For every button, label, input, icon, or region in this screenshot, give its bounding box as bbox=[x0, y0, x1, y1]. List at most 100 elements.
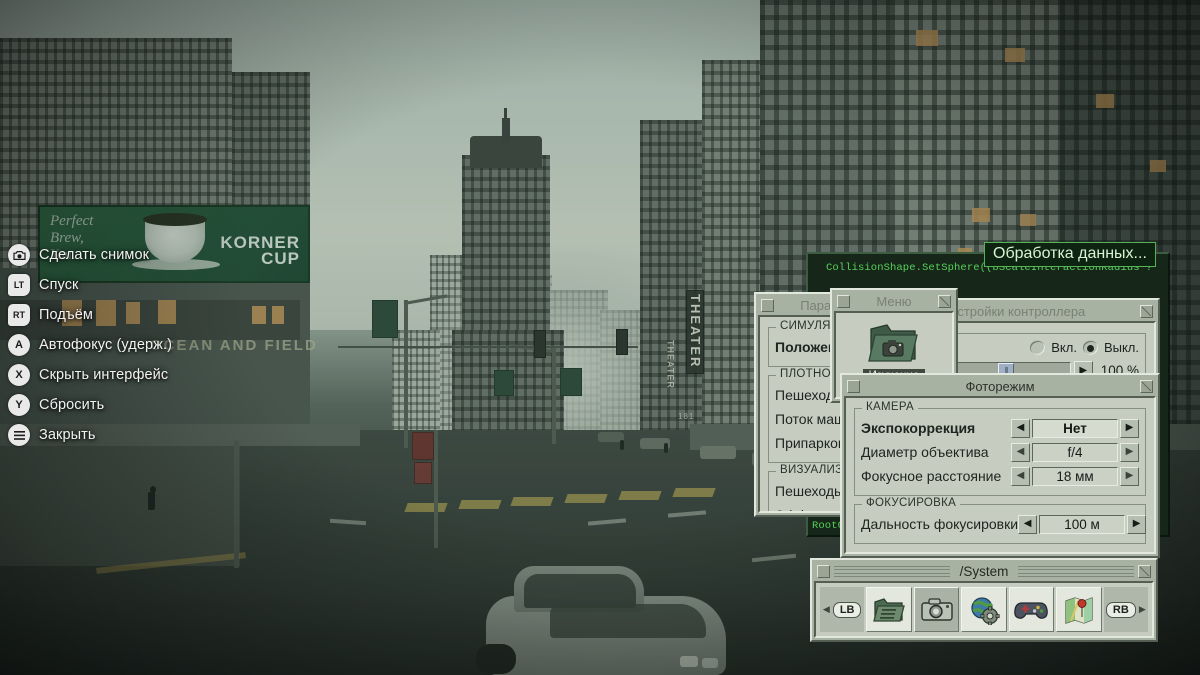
theater-street-number: 181 bbox=[678, 412, 695, 421]
dock-title: /System bbox=[959, 564, 1009, 579]
window-menu-button[interactable] bbox=[761, 299, 774, 312]
window-menu-button[interactable] bbox=[847, 380, 860, 393]
street-sign bbox=[560, 368, 582, 396]
globe-gear-icon bbox=[971, 596, 1000, 625]
row-aperture[interactable]: Диаметр объектива ◀ f/4 ▶ bbox=[861, 441, 1139, 463]
right-tower-a bbox=[640, 120, 702, 440]
focus-distance-stepper[interactable]: ◀ 100 м ▶ bbox=[1018, 514, 1147, 534]
row-exposure-compensation[interactable]: Экспокоррекция ◀ Нет ▶ bbox=[861, 417, 1139, 439]
sidewalk-left-near bbox=[0, 446, 240, 566]
right-tower-b bbox=[702, 60, 760, 440]
lb-button-label: LB bbox=[832, 601, 862, 618]
menu-window-titlebar[interactable]: Меню bbox=[834, 292, 954, 311]
row-label: Диаметр объектива bbox=[861, 444, 989, 460]
hint-label: Спуск bbox=[39, 277, 79, 293]
stepper-prev-button[interactable]: ◀ bbox=[1011, 442, 1030, 462]
window-menu-button[interactable] bbox=[837, 295, 850, 308]
hint-ascend[interactable]: RT Подъём bbox=[8, 300, 238, 330]
theater-sign: THEATER bbox=[686, 290, 704, 375]
dock-item-files[interactable] bbox=[866, 587, 912, 632]
hint-take-photo[interactable]: Сделать снимок bbox=[8, 240, 238, 270]
lt-trigger-icon: LT bbox=[8, 274, 30, 296]
pedestrian bbox=[148, 492, 155, 510]
chevron-left-icon: ◀ bbox=[822, 604, 830, 614]
group-label: КАМЕРА bbox=[862, 401, 918, 413]
titlebar-stripes-left bbox=[834, 566, 950, 577]
parking-sign bbox=[412, 432, 434, 460]
theater-sign-small: THEATER bbox=[665, 340, 676, 389]
hint-reset[interactable]: Y Сбросить bbox=[8, 390, 238, 420]
street-sign bbox=[494, 370, 514, 396]
parking-sign bbox=[414, 462, 432, 484]
resize-handle[interactable] bbox=[938, 295, 951, 308]
row-focus-distance[interactable]: Дальность фокусировки ◀ 100 м ▶ bbox=[861, 513, 1147, 535]
stepper-value: 18 мм bbox=[1032, 466, 1118, 486]
system-dock-window[interactable]: /System ◀ LB RB ▶ bbox=[810, 558, 1158, 642]
dock-titlebar[interactable]: /System bbox=[814, 562, 1154, 581]
data-processing-title: Обработка данных... bbox=[984, 242, 1156, 267]
photo-window-title: Фоторежим bbox=[965, 379, 1035, 394]
stepper-prev-button[interactable]: ◀ bbox=[1011, 418, 1030, 438]
street-lamp bbox=[552, 348, 556, 444]
resize-handle[interactable] bbox=[1140, 305, 1153, 318]
control-hints-list: Сделать снимок LT Спуск RT Подъём A Авто… bbox=[8, 240, 238, 450]
hint-label: Скрыть интерфейс bbox=[39, 367, 169, 383]
chevron-right-icon: ▶ bbox=[1138, 604, 1146, 614]
titlebar-stripes-right bbox=[1018, 566, 1135, 577]
hint-close[interactable]: Закрыть bbox=[8, 420, 238, 450]
stepper-prev-button[interactable]: ◀ bbox=[1018, 514, 1038, 534]
hint-label: Сбросить bbox=[39, 397, 105, 413]
radio-off[interactable] bbox=[1082, 340, 1098, 355]
stepper-prev-button[interactable]: ◀ bbox=[1011, 466, 1030, 486]
resize-handle[interactable] bbox=[1140, 380, 1153, 393]
resize-handle[interactable] bbox=[1138, 565, 1152, 578]
radio-on-label: Вкл. bbox=[1051, 340, 1077, 355]
hint-autofocus[interactable]: A Автофокус (удерж.) bbox=[8, 330, 238, 360]
stepper-value: 100 м bbox=[1039, 514, 1126, 534]
camera-icon bbox=[920, 598, 953, 621]
dock-item-controller[interactable] bbox=[1008, 587, 1055, 632]
menu-window-title: Меню bbox=[876, 294, 912, 309]
dock-item-photo-mode[interactable] bbox=[913, 587, 960, 632]
hint-label: Автофокус (удерж.) bbox=[39, 337, 173, 353]
row-label: Фокусное расстояние bbox=[861, 468, 1002, 484]
photo-window-titlebar[interactable]: Фоторежим bbox=[844, 377, 1156, 396]
group-camera: КАМЕРА Экспокоррекция ◀ Нет ▶ Диаметр об… bbox=[854, 401, 1146, 496]
rt-trigger-icon: RT bbox=[8, 304, 30, 326]
focal-length-stepper[interactable]: ◀ 18 мм ▶ bbox=[1011, 466, 1139, 486]
street-sign bbox=[372, 300, 398, 338]
radio-on[interactable] bbox=[1030, 340, 1046, 355]
group-label: ФОКУСИРОВКА bbox=[862, 497, 961, 509]
stepper-next-button[interactable]: ▶ bbox=[1120, 418, 1139, 438]
dock-item-map[interactable] bbox=[1056, 587, 1102, 632]
hint-descend[interactable]: LT Спуск bbox=[8, 270, 238, 300]
dock-left-bumper[interactable]: ◀ LB bbox=[820, 587, 865, 632]
traffic-wire bbox=[338, 346, 638, 348]
exposure-stepper[interactable]: ◀ Нет ▶ bbox=[1011, 418, 1139, 438]
traffic-light bbox=[534, 330, 546, 358]
hint-label: Сделать снимок bbox=[39, 247, 150, 263]
stepper-next-button[interactable]: ▶ bbox=[1127, 514, 1147, 534]
menu-button-icon bbox=[8, 424, 30, 446]
stepper-next-button[interactable]: ▶ bbox=[1120, 442, 1139, 462]
photo-mode-window[interactable]: Фоторежим КАМЕРА Экспокоррекция ◀ Нет ▶ bbox=[840, 373, 1160, 558]
map-pin-icon bbox=[1065, 596, 1093, 624]
hint-hide-ui[interactable]: X Скрыть интерфейс bbox=[8, 360, 238, 390]
traffic-light bbox=[616, 329, 628, 355]
stepper-value: f/4 bbox=[1032, 442, 1118, 462]
window-menu-button[interactable] bbox=[817, 565, 830, 578]
stepper-next-button[interactable]: ▶ bbox=[1120, 466, 1139, 486]
x-button-icon: X bbox=[8, 364, 30, 386]
row-focal-length[interactable]: Фокусное расстояние ◀ 18 мм ▶ bbox=[861, 465, 1139, 487]
dock-item-settings[interactable] bbox=[961, 587, 1007, 632]
foreground-car bbox=[458, 560, 728, 675]
group-focus: ФОКУСИРОВКА Дальность фокусировки ◀ 100 … bbox=[854, 497, 1147, 544]
aperture-stepper[interactable]: ◀ f/4 ▶ bbox=[1011, 442, 1139, 462]
row-label: Экспокоррекция bbox=[861, 420, 976, 436]
rb-button-label: RB bbox=[1105, 601, 1136, 618]
capture-icon bbox=[8, 244, 30, 266]
distant-car bbox=[700, 446, 736, 459]
stepper-value: Нет bbox=[1032, 418, 1118, 438]
dock-right-bumper[interactable]: RB ▶ bbox=[1103, 587, 1149, 632]
y-button-icon: Y bbox=[8, 394, 30, 416]
